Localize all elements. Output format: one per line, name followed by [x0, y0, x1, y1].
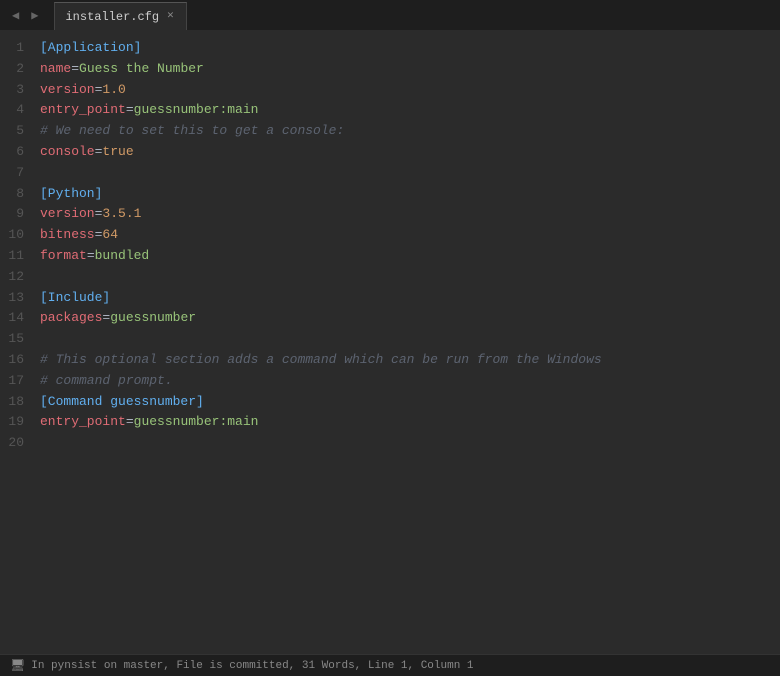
file-tab[interactable]: installer.cfg ✕ [54, 2, 186, 30]
code-token: guessnumber [110, 308, 196, 329]
code-token: guessnumber:main [134, 100, 259, 121]
line-number: 8 [8, 184, 24, 205]
code-token: packages [40, 308, 102, 329]
code-line: format=bundled [40, 246, 780, 267]
code-token: [Python] [40, 184, 102, 205]
line-number: 17 [8, 371, 24, 392]
status-text: In pynsist on master, File is committed,… [31, 660, 473, 672]
status-icon: 🖥 [10, 658, 25, 673]
line-number: 18 [8, 392, 24, 413]
code-token: = [95, 204, 103, 225]
line-numbers: 1234567891011121314151617181920 [0, 30, 36, 654]
code-line [40, 163, 780, 184]
code-line: [Application] [40, 38, 780, 59]
title-bar: ◀ ▶ installer.cfg ✕ [0, 0, 780, 30]
code-line: entry_point=guessnumber:main [40, 100, 780, 121]
code-token: version [40, 204, 95, 225]
code-line: console=true [40, 142, 780, 163]
editor-area: 1234567891011121314151617181920 [Applica… [0, 30, 780, 654]
code-token: = [95, 142, 103, 163]
code-token: [Application] [40, 38, 141, 59]
code-token: guessnumber:main [134, 412, 259, 433]
code-token: # This optional section adds a command w… [40, 350, 602, 371]
line-number: 10 [8, 225, 24, 246]
code-token: [Command guessnumber] [40, 392, 204, 413]
code-token: Guess the Number [79, 59, 204, 80]
code-token: bundled [95, 246, 150, 267]
nav-arrows[interactable]: ◀ ▶ [8, 6, 42, 25]
code-line: bitness=64 [40, 225, 780, 246]
code-line [40, 433, 780, 454]
code-token: version [40, 80, 95, 101]
code-token: name [40, 59, 71, 80]
code-line [40, 329, 780, 350]
code-token: = [95, 225, 103, 246]
code-line: packages=guessnumber [40, 308, 780, 329]
code-line: [Python] [40, 184, 780, 205]
code-token: 3.5.1 [102, 204, 141, 225]
nav-back-icon[interactable]: ◀ [8, 6, 23, 25]
code-token: bitness [40, 225, 95, 246]
nav-forward-icon[interactable]: ▶ [27, 6, 42, 25]
code-line: name=Guess the Number [40, 59, 780, 80]
line-number: 1 [8, 38, 24, 59]
code-token: = [87, 246, 95, 267]
code-token: = [95, 80, 103, 101]
code-token: console [40, 142, 95, 163]
code-token: = [126, 412, 134, 433]
code-line: version=1.0 [40, 80, 780, 101]
code-token: entry_point [40, 100, 126, 121]
tab-label: installer.cfg [65, 10, 159, 24]
line-number: 11 [8, 246, 24, 267]
code-token: # We need to set this to get a console: [40, 121, 344, 142]
code-token: = [71, 59, 79, 80]
code-token: = [126, 100, 134, 121]
line-number: 12 [8, 267, 24, 288]
code-token: = [102, 308, 110, 329]
code-line: entry_point=guessnumber:main [40, 412, 780, 433]
code-line: version=3.5.1 [40, 204, 780, 225]
line-number: 13 [8, 288, 24, 309]
line-number: 6 [8, 142, 24, 163]
code-token: 64 [102, 225, 118, 246]
line-number: 19 [8, 412, 24, 433]
line-number: 5 [8, 121, 24, 142]
code-token: 1.0 [102, 80, 125, 101]
line-number: 14 [8, 308, 24, 329]
code-token: # command prompt. [40, 371, 173, 392]
line-number: 2 [8, 59, 24, 80]
line-number: 15 [8, 329, 24, 350]
code-token: [Include] [40, 288, 110, 309]
line-number: 9 [8, 204, 24, 225]
line-number: 7 [8, 163, 24, 184]
close-icon[interactable]: ✕ [167, 11, 174, 22]
line-number: 4 [8, 100, 24, 121]
code-line [40, 267, 780, 288]
code-line: # command prompt. [40, 371, 780, 392]
line-number: 3 [8, 80, 24, 101]
code-token: entry_point [40, 412, 126, 433]
code-line: # This optional section adds a command w… [40, 350, 780, 371]
code-token: format [40, 246, 87, 267]
line-number: 16 [8, 350, 24, 371]
code-area[interactable]: [Application]name=Guess the Numberversio… [36, 30, 780, 654]
line-number: 20 [8, 433, 24, 454]
code-line: [Include] [40, 288, 780, 309]
code-line: [Command guessnumber] [40, 392, 780, 413]
status-bar: 🖥 In pynsist on master, File is committe… [0, 654, 780, 676]
code-token: true [102, 142, 133, 163]
code-line: # We need to set this to get a console: [40, 121, 780, 142]
